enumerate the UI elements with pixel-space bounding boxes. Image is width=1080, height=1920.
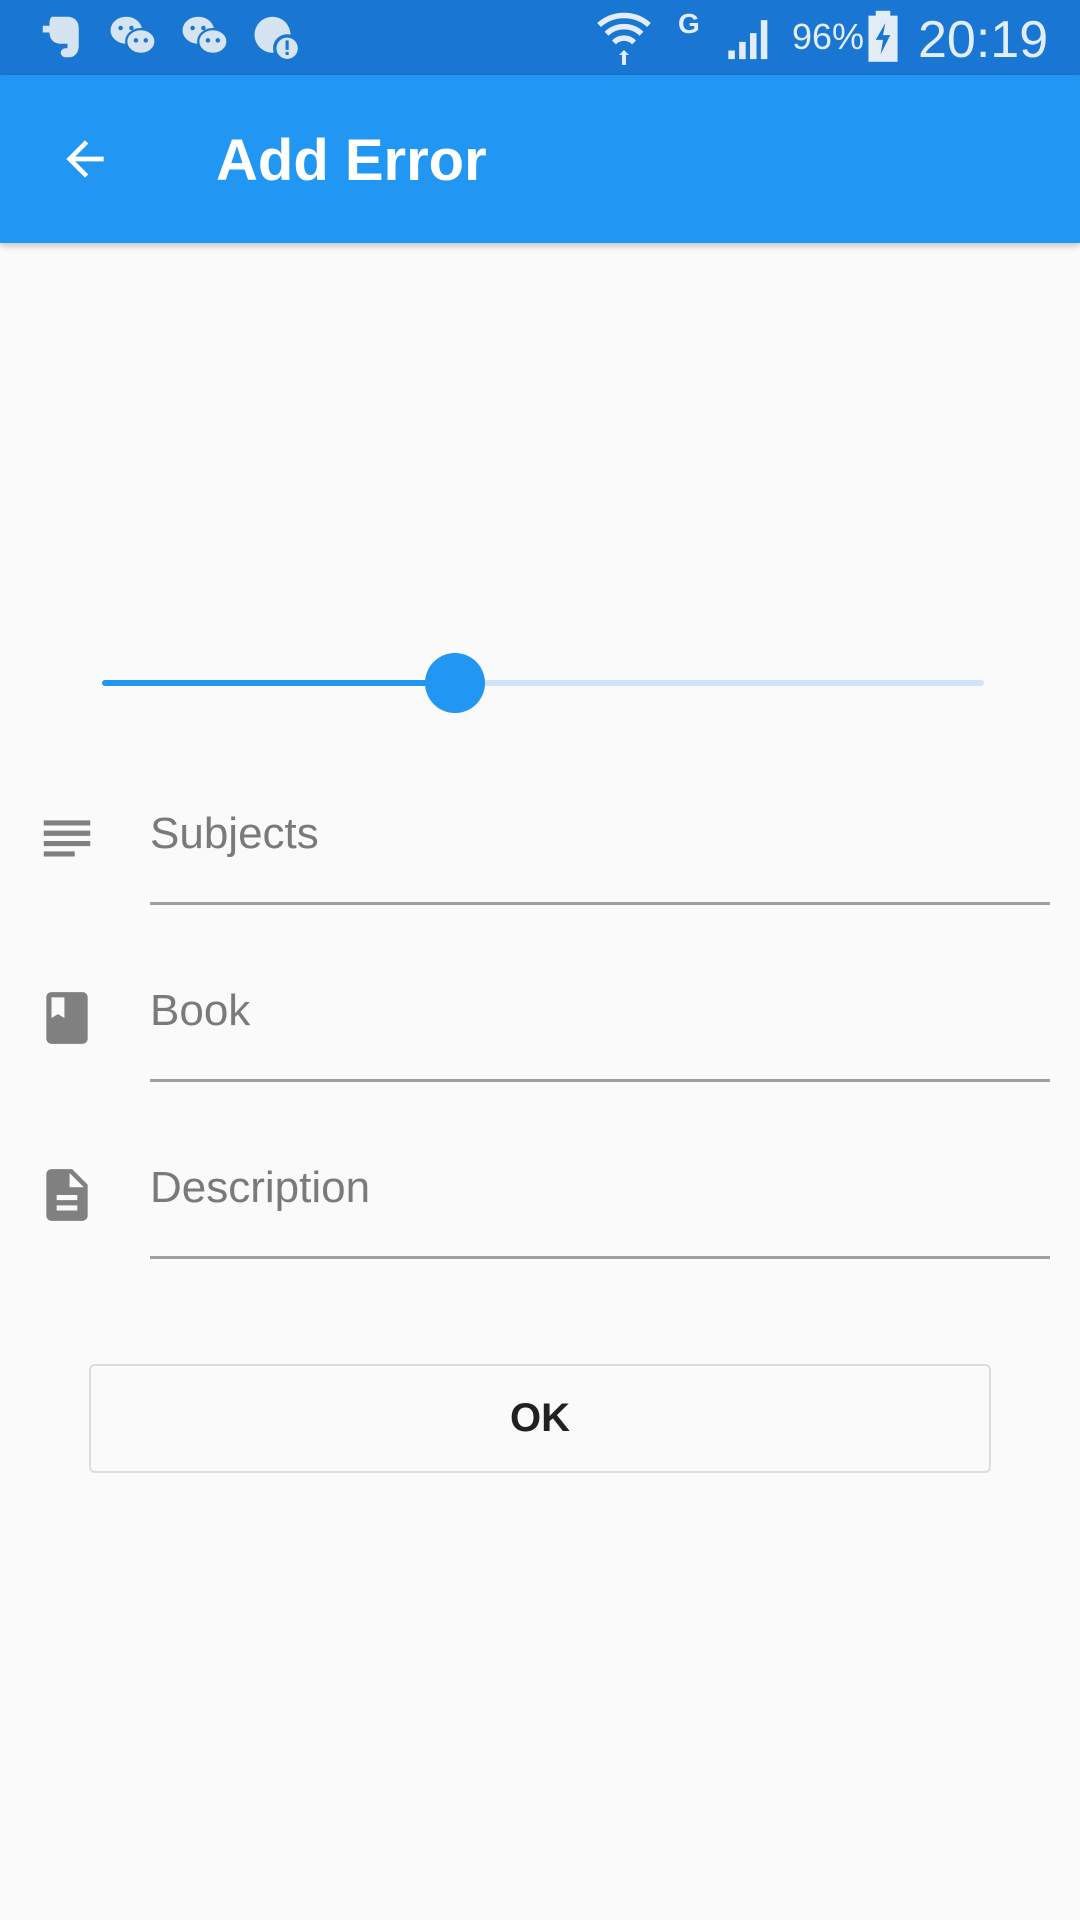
arrow-back-icon [66, 140, 104, 178]
battery-charging-icon [868, 10, 898, 62]
book-input[interactable] [150, 965, 1050, 1057]
app-bar: Add Error [0, 75, 1080, 243]
subjects-field [0, 770, 1080, 930]
page-title: Add Error [216, 128, 487, 193]
book-field [0, 947, 1080, 1107]
status-clock: 20:19 [918, 11, 1049, 69]
wifi-icon [597, 12, 651, 65]
slider-thumb[interactable] [424, 653, 485, 713]
description-underline [150, 1256, 1050, 1259]
signal-icon [728, 20, 768, 60]
evernote-icon [42, 16, 79, 58]
description-field [0, 1124, 1080, 1284]
slider[interactable] [70, 640, 990, 726]
subjects-underline [150, 902, 1050, 905]
network-type-label: G [678, 8, 700, 39]
ok-button[interactable]: OK [89, 1364, 991, 1473]
wechat-icon [182, 16, 229, 55]
slider-track-active [102, 680, 455, 686]
battery-percent: 96% [792, 16, 865, 57]
description-document-icon [46, 1169, 88, 1221]
back-button[interactable] [40, 119, 130, 199]
notification-alert-icon [254, 16, 302, 63]
description-input[interactable] [150, 1142, 1050, 1234]
wechat-icon [110, 16, 157, 55]
book-icon [46, 992, 88, 1044]
book-underline [150, 1079, 1050, 1082]
status-bar: G 96% 20:19 [0, 0, 1080, 75]
subjects-input[interactable] [150, 788, 1050, 880]
subject-lines-icon [43, 820, 91, 857]
